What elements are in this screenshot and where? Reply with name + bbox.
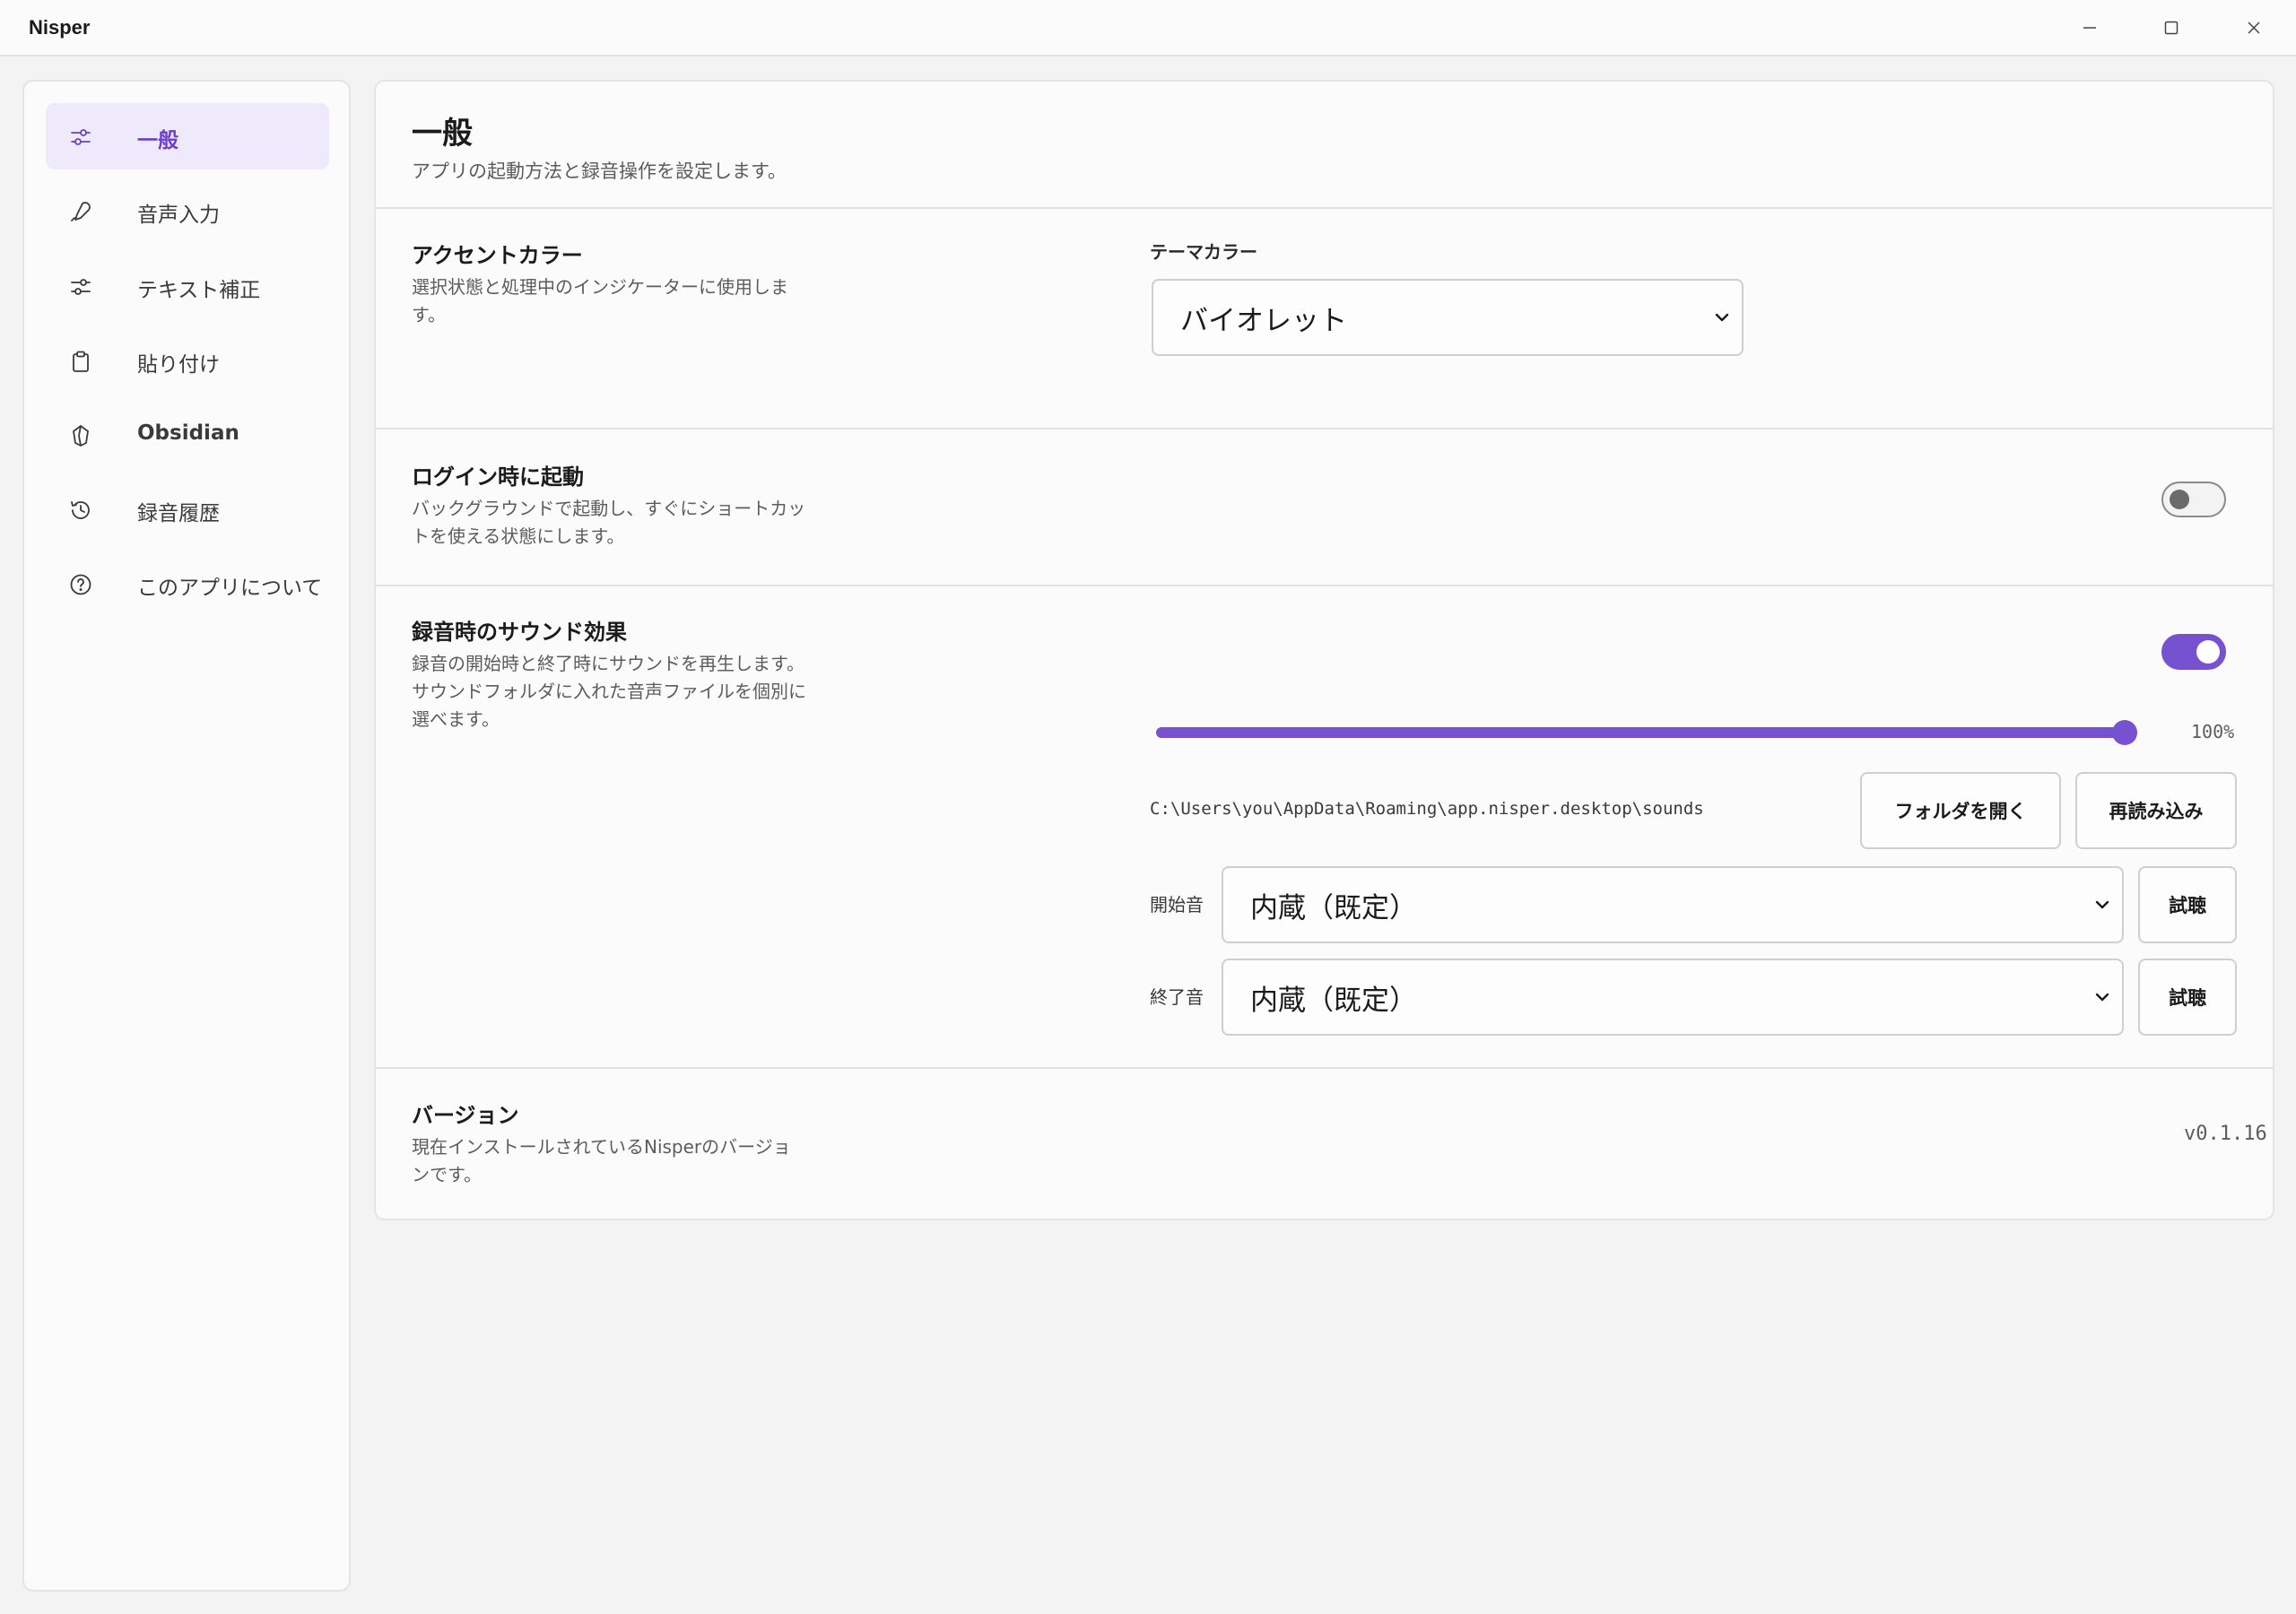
theme-color-value: バイオレット: [1180, 304, 1347, 337]
maximize-icon: [2164, 21, 2179, 35]
sidebar-item-paste[interactable]: 貼り付け: [46, 327, 329, 394]
chevron-down-icon: [2093, 889, 2111, 921]
sliders-icon: [68, 274, 93, 299]
login-startup-toggle[interactable]: [2161, 482, 2226, 517]
version-value: v0.1.16: [2184, 1123, 2267, 1145]
theme-color-label: テーマカラー: [1150, 241, 1257, 263]
sidebar-item-text-correction[interactable]: テキスト補正: [46, 253, 329, 319]
preview-end-button[interactable]: 試聴: [2138, 959, 2237, 1036]
obsidian-icon: [68, 423, 93, 448]
sidebar-item-label: 録音履歴: [137, 502, 220, 525]
sidebar-item-label: 貼り付け: [137, 353, 220, 377]
sidebar: 一般 音声入力 テキスト補正 貼り付け Obsidian 録音履歴 このアプリに…: [22, 80, 351, 1592]
end-sound-value: 内蔵（既定）: [1250, 984, 1417, 1017]
sound-effects-toggle[interactable]: [2161, 634, 2226, 670]
page-title: 一般: [412, 116, 473, 152]
divider: [376, 1067, 2273, 1069]
page-subtitle: アプリの起動方法と録音操作を設定します。: [412, 161, 787, 182]
divider: [376, 585, 2273, 586]
end-sound-label: 終了音: [1150, 986, 1204, 1008]
sound-effects-description: 録音の開始時と終了時にサウンドを再生します。サウンドフォルダに入れた音声ファイル…: [412, 653, 806, 730]
sidebar-item-label: テキスト補正: [137, 279, 261, 302]
sidebar-item-general[interactable]: 一般: [46, 103, 329, 169]
chevron-down-icon: [2093, 981, 2111, 1013]
clipboard-icon: [68, 349, 93, 374]
history-icon: [68, 498, 93, 523]
toggle-knob: [2196, 640, 2220, 664]
login-startup-title: ログイン時に起動: [412, 464, 584, 490]
toggle-knob: [2170, 490, 2189, 509]
sliders-icon: [68, 125, 93, 150]
volume-value: 100%: [2191, 721, 2235, 742]
close-icon: [2248, 22, 2260, 34]
accent-color-description: 選択状態と処理中のインジケーターに使用します。: [412, 276, 788, 325]
start-sound-value: 内蔵（既定）: [1250, 891, 1417, 924]
sidebar-item-voice-input[interactable]: 音声入力: [46, 178, 329, 244]
version-title: バージョン: [412, 1103, 519, 1128]
end-sound-select[interactable]: 内蔵（既定）: [1222, 959, 2124, 1036]
close-button[interactable]: [2213, 0, 2294, 56]
sidebar-item-obsidian[interactable]: Obsidian: [46, 402, 329, 468]
help-circle-icon: [68, 572, 93, 597]
version-description: 現在インストールされているNisperのバージョンです。: [412, 1136, 791, 1185]
start-sound-label: 開始音: [1150, 894, 1204, 915]
divider: [376, 428, 2273, 430]
pen-mic-icon: [68, 199, 93, 224]
accent-color-title: アクセントカラー: [412, 243, 583, 268]
divider: [376, 207, 2273, 209]
minimize-button[interactable]: [2049, 0, 2130, 56]
sidebar-item-label: Obsidian: [137, 421, 239, 445]
sidebar-item-history[interactable]: 録音履歴: [46, 476, 329, 542]
sound-folder-path: C:\Users\you\AppData\Roaming\app.nisper.…: [1150, 799, 1704, 819]
volume-slider-track[interactable]: [1156, 727, 2123, 738]
start-sound-select[interactable]: 内蔵（既定）: [1222, 866, 2124, 943]
minimize-icon: [2083, 27, 2096, 29]
sidebar-item-about[interactable]: このアプリについて: [46, 551, 329, 617]
reload-button[interactable]: 再読み込み: [2075, 772, 2237, 849]
volume-slider-thumb[interactable]: [2112, 720, 2137, 745]
app-title: Nisper: [29, 16, 91, 39]
sidebar-item-label: 音声入力: [137, 204, 220, 227]
chevron-down-icon: [1713, 301, 1731, 334]
settings-panel: 一般 アプリの起動方法と録音操作を設定します。 アクセントカラー 選択状態と処理…: [374, 80, 2274, 1220]
login-startup-description: バックグラウンドで起動し、すぐにショートカットを使える状態にします。: [412, 498, 806, 547]
title-bar: Nisper: [0, 0, 2296, 56]
open-folder-button[interactable]: フォルダを開く: [1860, 772, 2061, 849]
theme-color-select[interactable]: バイオレット: [1152, 279, 1744, 356]
maximize-button[interactable]: [2131, 0, 2212, 56]
sidebar-item-label: このアプリについて: [137, 577, 323, 600]
preview-start-button[interactable]: 試聴: [2138, 866, 2237, 943]
sidebar-item-label: 一般: [137, 129, 178, 152]
sound-effects-title: 録音時のサウンド効果: [412, 620, 627, 645]
